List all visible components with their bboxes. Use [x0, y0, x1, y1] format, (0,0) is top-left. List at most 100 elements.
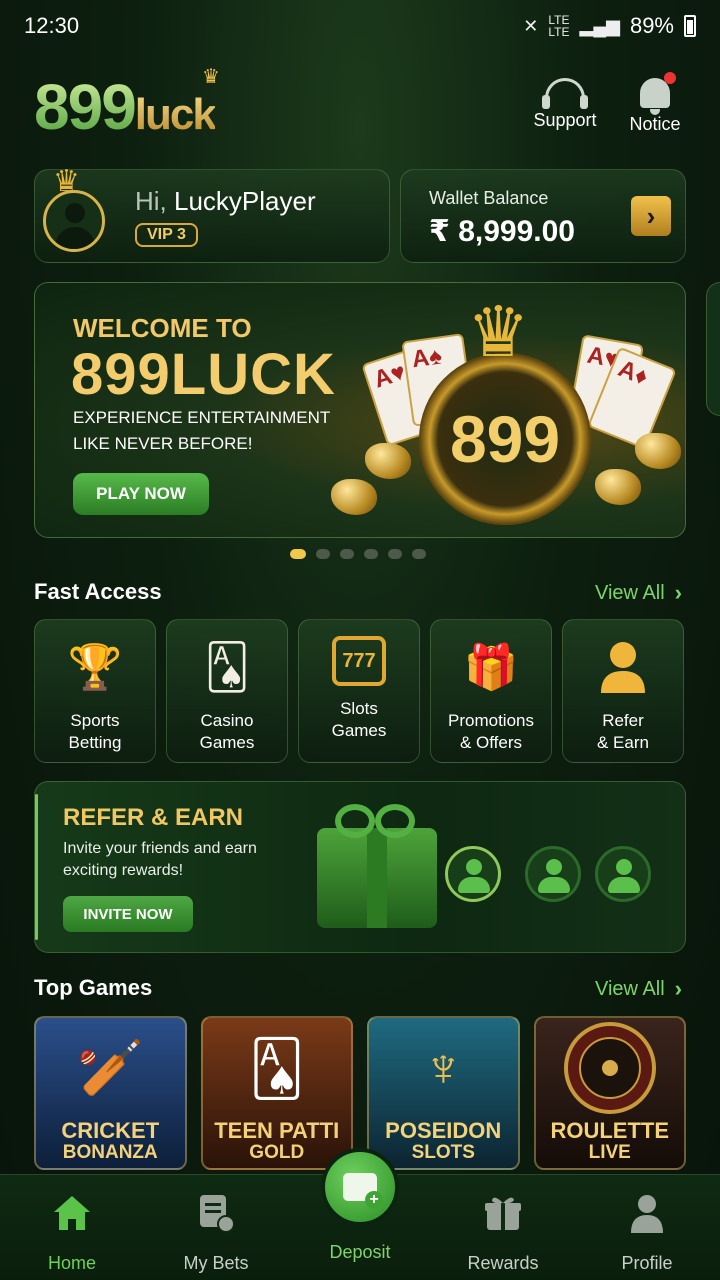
- nav-home[interactable]: Home: [12, 1193, 132, 1274]
- fast-access-slots-games[interactable]: 777 Slots Games: [298, 619, 420, 763]
- carousel-dot[interactable]: [340, 549, 354, 559]
- nav-label: Profile: [621, 1253, 673, 1273]
- tile-label: Slots Games: [331, 699, 387, 740]
- notice-button[interactable]: Notice: [610, 72, 700, 135]
- gold-nugget-icon: [331, 479, 377, 515]
- accent-bar: [35, 794, 38, 940]
- friend-avatar: [445, 846, 501, 902]
- game-title: TEEN PATTI: [214, 1118, 340, 1143]
- bell-icon: [640, 72, 676, 115]
- banner-subtitle: EXPERIENCE ENTERTAINMENT LIKE NEVER BEFO…: [73, 408, 330, 453]
- status-bar: 12:30 ✕ LTE LTE ▂▄▆ 89%: [0, 0, 720, 52]
- carousel-dot[interactable]: [388, 549, 402, 559]
- tile-label: Refer & Earn: [597, 711, 649, 752]
- game-card-teen-patti-gold[interactable]: 🂡 TEEN PATTI GOLD: [200, 1016, 353, 1170]
- carousel-dot[interactable]: [412, 549, 426, 559]
- lte-icon: LTE LTE: [548, 13, 570, 39]
- vip-badge: VIP 3: [135, 223, 198, 247]
- user-icon: [591, 636, 655, 698]
- refer-subtitle: Invite your friends and earn exciting re…: [63, 840, 257, 879]
- tile-label: Casino Games: [199, 711, 255, 752]
- game-card-poseidon-slots[interactable]: ♆ POSEIDON SLOTS: [367, 1016, 520, 1170]
- carousel-dots: [290, 549, 426, 559]
- gift-bow-icon: [335, 804, 419, 840]
- cricket-icon: 🏏: [76, 1037, 144, 1098]
- greeting-prefix: Hi,: [135, 186, 167, 216]
- game-title: CRICKET: [61, 1118, 160, 1143]
- top-games-view-all[interactable]: View All ›: [595, 976, 682, 1002]
- coin-emblem: 899: [419, 353, 591, 525]
- coin-text: 899: [449, 402, 561, 476]
- app-header: 899luck ♛ Support Notice: [0, 62, 720, 152]
- nav-profile[interactable]: Profile: [587, 1193, 707, 1274]
- chevron-right-icon: ›: [674, 976, 682, 1001]
- wallet-icon: [343, 1173, 383, 1209]
- promo-banner[interactable]: WELCOME TO 899LUCK EXPERIENCE ENTERTAINM…: [34, 282, 686, 538]
- carousel-dot[interactable]: [364, 549, 378, 559]
- game-card-cricket-bonanza[interactable]: 🏏 CRICKET BONANZA: [34, 1016, 187, 1170]
- carousel-dot[interactable]: [316, 549, 330, 559]
- nav-label: Home: [47, 1253, 96, 1273]
- profile-card[interactable]: ♛ Hi, LuckyPlayer VIP 3: [34, 165, 390, 263]
- wallet-balance: ₹ 8,999.00: [429, 215, 575, 248]
- status-time: 12:30: [24, 13, 80, 38]
- nav-rewards[interactable]: Rewards: [443, 1193, 563, 1274]
- game-card-roulette-live[interactable]: ROULETTE LIVE: [533, 1016, 686, 1170]
- tile-label: Sports Betting: [68, 711, 122, 752]
- refer-title: REFER & EARN: [63, 804, 244, 831]
- fast-access-view-all[interactable]: View All ›: [595, 580, 682, 606]
- deposit-label: Deposit: [329, 1242, 391, 1262]
- gift-icon: [483, 1193, 523, 1233]
- wallet-label: Wallet Balance: [429, 188, 549, 208]
- bet-slip-icon: [196, 1193, 236, 1233]
- notification-dot: [664, 72, 676, 84]
- play-now-button[interactable]: PLAY NOW: [73, 473, 209, 515]
- view-all-label: View All: [595, 581, 665, 604]
- app-logo[interactable]: 899luck: [34, 70, 217, 144]
- support-button[interactable]: Support: [520, 72, 610, 131]
- avatar[interactable]: [43, 190, 105, 252]
- headset-icon: [542, 78, 588, 109]
- banner-brand: 899LUCK: [71, 342, 336, 407]
- fast-access-refer-earn[interactable]: Refer & Earn: [562, 619, 684, 763]
- gift-icon: 🎁: [463, 643, 519, 692]
- game-subtitle: LIVE: [588, 1142, 631, 1163]
- slot-machine-icon: 777: [332, 636, 386, 686]
- deposit-button[interactable]: [321, 1148, 399, 1226]
- next-banner-peek[interactable]: [706, 282, 720, 416]
- fast-access-casino-games[interactable]: 🂡 Casino Games: [166, 619, 288, 763]
- game-subtitle: GOLD: [249, 1142, 305, 1163]
- trophy-icon: 🏆: [67, 643, 123, 692]
- game-subtitle: BONANZA: [62, 1142, 158, 1163]
- playing-cards-icon: 🂡: [249, 1038, 305, 1099]
- logo-crown-icon: ♛: [202, 66, 220, 88]
- nav-my-bets[interactable]: My Bets: [156, 1193, 276, 1274]
- chevron-right-icon: ›: [646, 200, 656, 231]
- gift-box-icon: [317, 828, 437, 928]
- refer-earn-card[interactable]: REFER & EARN Invite your friends and ear…: [34, 781, 686, 953]
- top-games-row: 🏏 CRICKET BONANZA 🂡 TEEN PATTI GOLD ♆ PO…: [34, 1016, 686, 1170]
- signal-icon: ▂▄▆: [579, 15, 620, 36]
- wallet-arrow-button[interactable]: ›: [631, 196, 671, 236]
- mute-icon: ✕: [523, 15, 539, 36]
- playing-cards-icon: 🂡: [204, 642, 250, 692]
- crown-icon: ♛: [467, 293, 530, 371]
- gold-nugget-icon: [635, 433, 681, 469]
- invite-now-button[interactable]: INVITE NOW: [63, 896, 193, 932]
- nav-label: My Bets: [183, 1253, 249, 1273]
- carousel-dot[interactable]: [290, 549, 306, 559]
- game-subtitle: SLOTS: [411, 1142, 475, 1163]
- home-icon: [52, 1193, 92, 1233]
- wallet-card[interactable]: Wallet Balance ₹ 8,999.00 ›: [400, 169, 686, 263]
- fast-access-promotions[interactable]: 🎁 Promotions & Offers: [430, 619, 552, 763]
- gold-dice-icon: [595, 469, 641, 505]
- notice-label: Notice: [629, 114, 681, 134]
- support-label: Support: [533, 110, 597, 130]
- banner-welcome: WELCOME TO: [73, 313, 252, 343]
- fast-access-sports-betting[interactable]: 🏆 Sports Betting: [34, 619, 156, 763]
- gold-nugget-icon: [365, 443, 411, 479]
- friend-avatar: [595, 846, 651, 902]
- username: LuckyPlayer: [174, 186, 316, 216]
- greeting: Hi, LuckyPlayer: [135, 186, 316, 217]
- tile-label: Promotions & Offers: [448, 711, 534, 752]
